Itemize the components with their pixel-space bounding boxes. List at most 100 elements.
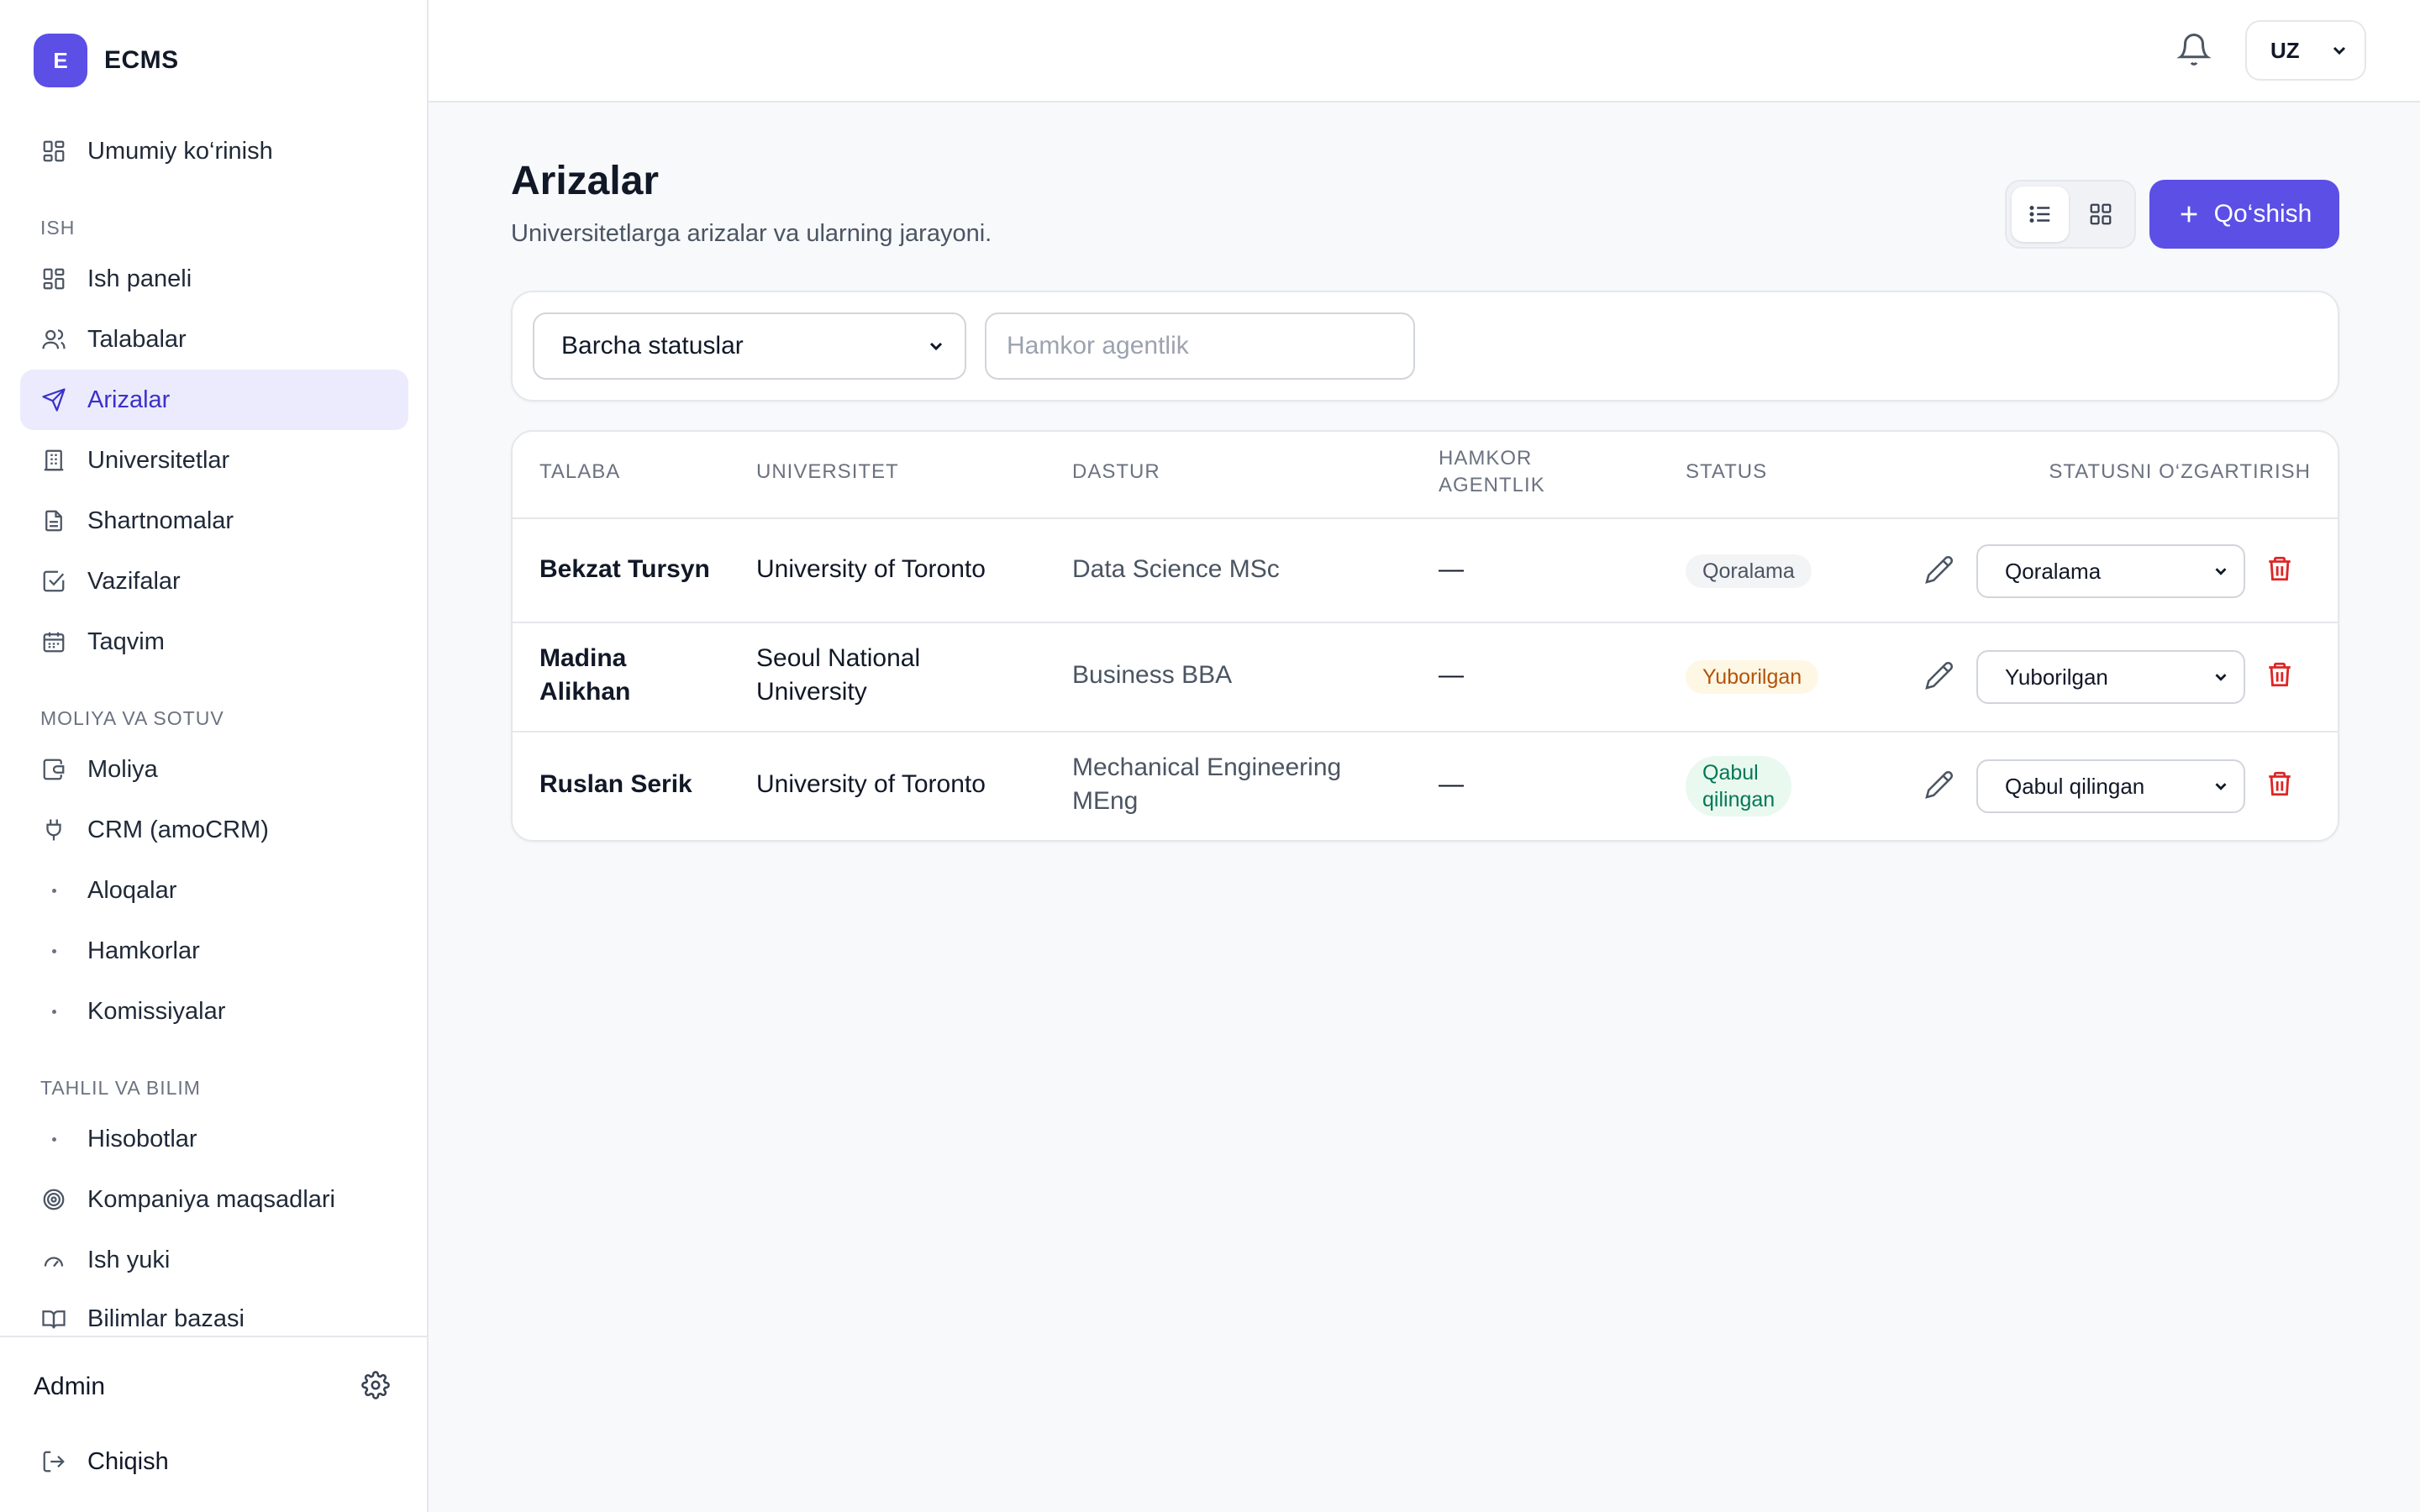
column-header-student: TALABA [539, 460, 621, 483]
divider [513, 731, 2338, 732]
user-name: Admin [34, 1373, 106, 1400]
sidebar-item-label: Moliya [87, 755, 158, 783]
dot-icon [40, 937, 67, 964]
row-status-select[interactable]: Qoralama [1976, 544, 2245, 598]
trash-icon[interactable] [2265, 660, 2296, 690]
status-badge: Yuborilgan [1686, 660, 1819, 694]
sidebar-item-label: Ish yuki [87, 1246, 171, 1273]
logout-button[interactable]: Chiqish [20, 1431, 408, 1492]
logout-label: Chiqish [87, 1447, 169, 1475]
send-icon [40, 386, 67, 413]
sidebar-item-label: Komissiyalar [87, 997, 226, 1025]
sidebar-item-label: CRM (amoCRM) [87, 816, 269, 843]
brand[interactable]: E ECMS [34, 34, 179, 87]
agency-value: — [1439, 770, 1464, 798]
status-badge-text: qilingan [1702, 788, 1776, 811]
sidebar-item-knowledge-base[interactable]: Bilimlar bazasi [20, 1290, 408, 1336]
building-icon [40, 447, 67, 474]
agency-filter-placeholder: Hamkor agentlik [1007, 332, 1189, 360]
list-view-icon[interactable] [2012, 186, 2069, 242]
bell-icon[interactable] [2176, 32, 2212, 67]
divider [513, 622, 2338, 623]
sidebar-item-contracts[interactable]: Shartnomalar [20, 491, 408, 551]
sidebar-item-dashboard[interactable]: Ish paneli [20, 249, 408, 309]
dashboard-grid-icon [40, 265, 67, 292]
target-icon [40, 1186, 67, 1213]
topbar [429, 0, 2420, 102]
sidebar-item-overview[interactable]: Umumiy ko‘rinish [20, 121, 408, 181]
sidebar-item-label: Kompaniya maqsadlari [87, 1185, 335, 1213]
agency-value: — [1439, 661, 1464, 689]
nav-section-analytics: TAHLIL VA BILIM [40, 1077, 201, 1099]
status-badge-text: Qabul [1702, 761, 1759, 785]
trash-icon[interactable] [2265, 769, 2296, 800]
sidebar-item-calendar[interactable]: Taqvim [20, 612, 408, 672]
plus-icon [2177, 202, 2201, 226]
agency-filter-input[interactable]: Hamkor agentlik [985, 312, 1415, 380]
page-title: Arizalar [511, 159, 660, 203]
sidebar-item-tasks[interactable]: Vazifalar [20, 551, 408, 612]
sidebar-item-label: Umumiy ko‘rinish [87, 137, 273, 165]
filter-card: Barcha statuslar Hamkor agentlik [511, 291, 2339, 402]
sidebar-item-universities[interactable]: Universitetlar [20, 430, 408, 491]
sidebar-item-label: Shartnomalar [87, 507, 234, 534]
gear-icon[interactable] [361, 1371, 393, 1403]
pencil-icon[interactable] [1924, 660, 1954, 690]
sidebar-footer: Admin Chiqish [0, 1336, 427, 1512]
grid-view-icon[interactable] [2072, 186, 2129, 242]
sidebar-item-students[interactable]: Talabalar [20, 309, 408, 370]
row-status-select[interactable]: Yuborilgan [1976, 650, 2245, 704]
logout-icon [40, 1448, 67, 1475]
status-badge: Qoralama [1686, 554, 1812, 588]
language-value: UZ [2270, 37, 2300, 63]
sidebar-item-reports[interactable]: Hisobotlar [20, 1109, 408, 1169]
view-toggle [2005, 180, 2136, 249]
users-icon [40, 326, 67, 353]
column-header-agency-line: AGENTLIK [1439, 474, 1545, 496]
status-filter-select[interactable]: Barcha statuslar [533, 312, 966, 380]
language-select[interactable]: UZ [2245, 20, 2366, 81]
program-name: Mechanical Engineering MEng [1072, 751, 1341, 818]
checkbox-icon [40, 568, 67, 595]
sidebar-item-company-goals[interactable]: Kompaniya maqsadlari [20, 1169, 408, 1230]
status-badge-text: Qoralama [1702, 559, 1795, 583]
sidebar-item-contacts[interactable]: Aloqalar [20, 860, 408, 921]
nav-section-finance: MOLIYA VA SOTUV [40, 707, 224, 729]
add-button[interactable]: Qo‘shish [2149, 180, 2339, 249]
trash-icon[interactable] [2265, 554, 2296, 585]
column-header-program: DASTUR [1072, 460, 1160, 483]
sidebar-item-commissions[interactable]: Komissiyalar [20, 981, 408, 1042]
sidebar-item-label: Hamkorlar [87, 937, 200, 964]
dashboard-grid-icon [40, 138, 67, 165]
university-name: Seoul National University [756, 642, 920, 709]
document-icon [40, 507, 67, 534]
sidebar-item-label: Ish paneli [87, 265, 192, 292]
student-name: Bekzat Tursyn [539, 555, 710, 583]
program-name: Business BBA [1072, 661, 1233, 689]
sidebar-item-workload[interactable]: Ish yuki [20, 1230, 408, 1290]
row-status-select[interactable]: Qabul qilingan [1976, 759, 2245, 813]
column-header-agency-line: HAMKOR [1439, 447, 1533, 470]
sidebar-item-finance[interactable]: Moliya [20, 739, 408, 800]
chevron-down-icon [926, 336, 946, 356]
agency-value: — [1439, 555, 1464, 583]
sidebar-item-applications[interactable]: Arizalar [20, 370, 408, 430]
row-status-value: Qoralama [2005, 558, 2102, 584]
page-subtitle: Universitetlarga arizalar va ularning ja… [511, 220, 992, 247]
column-header-agency: HAMKOR AGENTLIK [1439, 445, 1545, 499]
pencil-icon[interactable] [1924, 769, 1954, 800]
program-name-line: MEng [1072, 787, 1139, 815]
add-button-label: Qo‘shish [2213, 200, 2312, 228]
pencil-icon[interactable] [1924, 554, 1954, 585]
sidebar-item-partners[interactable]: Hamkorlar [20, 921, 408, 981]
sidebar: E ECMS Umumiy ko‘rinish ISH Ish paneli T… [0, 0, 429, 1512]
sidebar-item-crm[interactable]: CRM (amoCRM) [20, 800, 408, 860]
gauge-icon [40, 1247, 67, 1273]
dot-icon [40, 998, 67, 1025]
calendar-icon [40, 628, 67, 655]
sidebar-item-label: Universitetlar [87, 446, 230, 474]
brand-logo: E [34, 34, 87, 87]
sidebar-item-label: Hisobotlar [87, 1125, 197, 1152]
sidebar-item-label: Vazifalar [87, 567, 181, 595]
sidebar-item-label: Talabalar [87, 325, 187, 353]
